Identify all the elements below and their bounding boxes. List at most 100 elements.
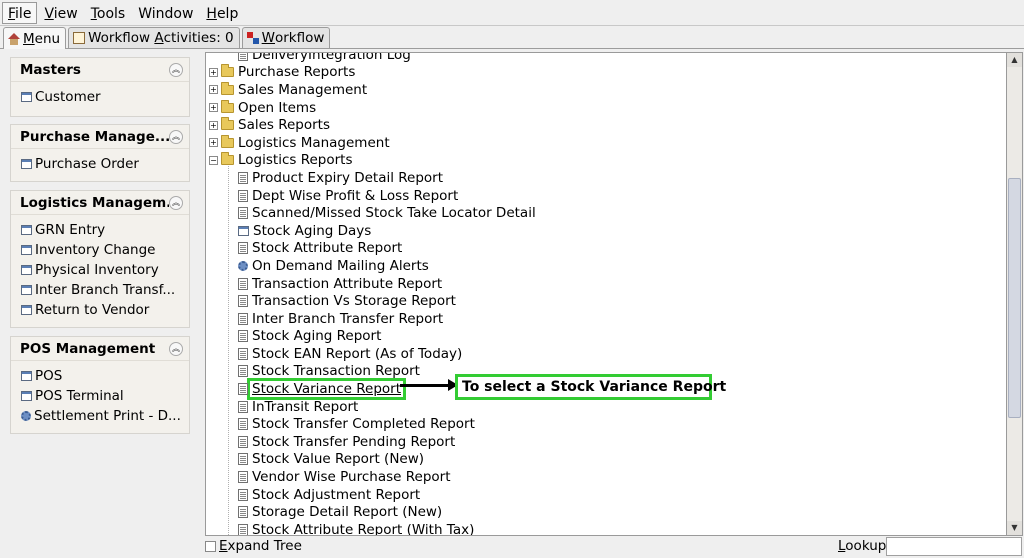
document-icon	[238, 242, 248, 255]
sidebar-item-return-to-vendor[interactable]: Return to Vendor	[21, 300, 189, 320]
menu-file-label: ile	[15, 5, 32, 22]
sidebar-item-label: Return to Vendor	[35, 302, 150, 318]
sidebar-item-pos[interactable]: POS	[21, 366, 189, 386]
tab-workflow-activities-label: ctivities: 0	[163, 30, 234, 46]
tree-item-partial[interactable]: DeliveryIntegration Log	[206, 52, 1006, 64]
annotation-callout: To select a Stock Variance Report	[455, 374, 726, 400]
sidebar-item-purchase-order[interactable]: Purchase Order	[21, 154, 189, 174]
menu-window[interactable]: Window	[132, 2, 199, 24]
collapse-icon[interactable]: ︽	[169, 62, 183, 77]
collapse-icon[interactable]: ︽	[169, 129, 183, 144]
tree-folder-sales-management[interactable]: + Sales Management	[206, 81, 1006, 99]
menu-view[interactable]: View	[38, 2, 83, 24]
tab-workflow[interactable]: Workflow	[241, 27, 331, 48]
tree-item-label: DeliveryIntegration Log	[252, 52, 411, 63]
sidebar-item-pos-terminal[interactable]: POS Terminal	[21, 386, 189, 406]
scroll-up-icon[interactable]: ▲	[1007, 53, 1022, 67]
scroll-down-icon[interactable]: ▼	[1007, 521, 1022, 535]
tree-report-item[interactable]: Transaction Attribute Report	[206, 275, 1006, 293]
gear-icon	[21, 411, 31, 421]
tree-report-label: Stock Aging Report	[252, 328, 382, 345]
group-logistics-management: Logistics Managem... ︽ GRN Entry Invento…	[10, 190, 190, 328]
tree-report-label: Stock Transfer Pending Report	[252, 433, 456, 450]
tree-report-item[interactable]: Stock Attribute Report (With Tax)	[206, 521, 1006, 536]
tree-report-item[interactable]: Stock Aging Report	[206, 328, 1006, 346]
menu-tools[interactable]: Tools	[85, 2, 132, 24]
tree-folder-label: Logistics Reports	[238, 152, 353, 169]
collapse-icon[interactable]: ︽	[169, 195, 183, 210]
expand-icon[interactable]: +	[209, 103, 218, 113]
tree-report-item[interactable]: Stock EAN Report (As of Today)	[206, 345, 1006, 363]
window-icon	[238, 225, 249, 236]
tree-report-item[interactable]: Stock Attribute Report	[206, 240, 1006, 258]
workflow-icon	[246, 32, 259, 44]
sidebar-item-inventory-change[interactable]: Inventory Change	[21, 240, 189, 260]
sidebar-item-physical-inventory[interactable]: Physical Inventory	[21, 260, 189, 280]
sidebar-item-grn-entry[interactable]: GRN Entry	[21, 220, 189, 240]
tree-report-label: Stock Attribute Report (With Tax)	[252, 521, 475, 536]
tree-report-item[interactable]: Product Expiry Detail Report	[206, 169, 1006, 187]
expand-tree-mnemonic: E	[219, 538, 228, 554]
tree-folder-purchase-reports[interactable]: + Purchase Reports	[206, 64, 1006, 82]
tree-report-item[interactable]: On Demand Mailing Alerts	[206, 257, 1006, 275]
group-pos-management: POS Management ︽ POS POS Terminal Settle…	[10, 336, 190, 434]
group-header[interactable]: POS Management ︽	[11, 337, 189, 361]
tree-report-item[interactable]: InTransit Report	[206, 398, 1006, 416]
folder-icon	[221, 117, 234, 131]
tree-folder-open-items[interactable]: + Open Items	[206, 99, 1006, 117]
expand-icon[interactable]: +	[209, 120, 218, 130]
document-icon	[238, 506, 248, 519]
tree-report-label: Stock Aging Days	[253, 222, 372, 239]
window-icon	[21, 245, 32, 255]
menu-help[interactable]: Help	[200, 2, 244, 24]
tree-report-item[interactable]: Stock Value Report (New)	[206, 451, 1006, 469]
tree-report-item[interactable]: Stock Transfer Pending Report	[206, 433, 1006, 451]
menu-file[interactable]: File	[2, 1, 38, 24]
group-header[interactable]: Logistics Managem... ︽	[11, 191, 189, 215]
tree-report-label: Stock Adjustment Report	[252, 486, 421, 503]
tree-report-item[interactable]: Dept Wise Profit & Loss Report	[206, 187, 1006, 205]
tree-report-item[interactable]: Inter Branch Transfer Report	[206, 310, 1006, 328]
sidebar-item-label: Inventory Change	[35, 242, 156, 258]
tree-folder-logistics-reports[interactable]: − Logistics Reports	[206, 152, 1006, 170]
calendar-icon	[73, 32, 86, 44]
expand-icon[interactable]: +	[209, 85, 218, 95]
tree-report-item[interactable]: Stock Transfer Completed Report	[206, 415, 1006, 433]
window-icon	[21, 92, 32, 102]
sidebar-item-label: Physical Inventory	[35, 262, 159, 278]
group-purchase-management: Purchase Manage... ︽ Purchase Order	[10, 124, 190, 182]
group-header[interactable]: Purchase Manage... ︽	[11, 125, 189, 149]
window-icon	[21, 265, 32, 275]
tree-report-label: Stock Transfer Completed Report	[252, 416, 475, 433]
expand-tree-label[interactable]: Expand Tree	[219, 538, 302, 554]
menu-help-mnemonic: H	[206, 5, 217, 22]
tree-report-item[interactable]: Stock Adjustment Report	[206, 486, 1006, 504]
collapse-icon[interactable]: ︽	[169, 341, 183, 356]
tree-report-label: Transaction Attribute Report	[252, 275, 443, 292]
tree-folder-sales-reports[interactable]: + Sales Reports	[206, 116, 1006, 134]
tree-report-item[interactable]: Scanned/Missed Stock Take Locator Detail	[206, 204, 1006, 222]
scrollbar-thumb[interactable]	[1008, 178, 1021, 418]
tree-report-item[interactable]: Vendor Wise Purchase Report	[206, 468, 1006, 486]
lookup-input[interactable]	[886, 537, 1022, 556]
expand-icon[interactable]: +	[209, 67, 218, 77]
document-icon	[238, 400, 248, 413]
vertical-scrollbar[interactable]: ▲ ▼	[1007, 52, 1023, 536]
expand-tree-checkbox[interactable]	[205, 541, 216, 552]
collapse-icon[interactable]: −	[209, 155, 218, 165]
sidebar-item-customer[interactable]: Customer	[21, 87, 189, 107]
expand-icon[interactable]: +	[209, 138, 218, 148]
window-icon	[21, 159, 32, 169]
tree-report-item[interactable]: Stock Aging Days	[206, 222, 1006, 240]
tree-report-item[interactable]: Storage Detail Report (New)	[206, 503, 1006, 521]
sidebar-item-inter-branch-transfer[interactable]: Inter Branch Transf...	[21, 280, 189, 300]
tab-workflow-activities[interactable]: Workflow Activities: 0	[68, 27, 240, 48]
menu-tools-label: ools	[96, 5, 126, 22]
tree-report-item[interactable]: Transaction Vs Storage Report	[206, 292, 1006, 310]
sidebar-item-label: Inter Branch Transf...	[35, 282, 176, 298]
sidebar-item-settlement-print[interactable]: Settlement Print - D...	[21, 406, 189, 426]
tab-menu[interactable]: Menu	[3, 27, 67, 49]
tree-folder-logistics-management[interactable]: + Logistics Management	[206, 134, 1006, 152]
group-header[interactable]: Masters ︽	[11, 58, 189, 82]
window-icon	[21, 305, 32, 315]
